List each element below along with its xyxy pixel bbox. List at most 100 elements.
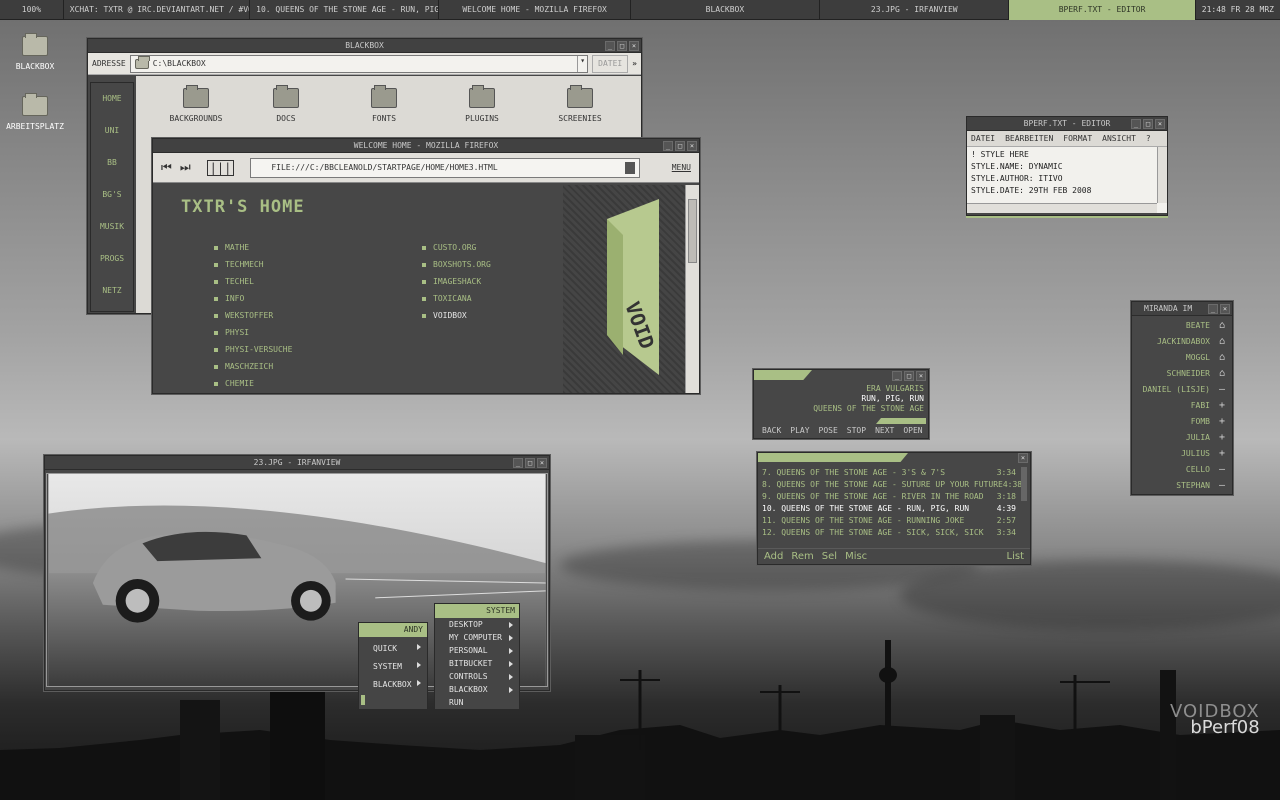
link-item[interactable]: VOIDBOX <box>421 307 561 324</box>
menu-item[interactable]: BEARBEITEN <box>1005 131 1053 146</box>
link-item[interactable]: CUSTO.ORG <box>421 239 561 256</box>
folder-item-docs[interactable]: DOCS <box>246 85 326 123</box>
pause-button[interactable]: POSE <box>819 426 838 435</box>
close-icon[interactable]: × <box>916 371 926 381</box>
contact-item[interactable]: JACKINDABOX ⌂ <box>1132 334 1232 350</box>
maximize-icon[interactable]: □ <box>675 141 685 151</box>
sidebar-item-uni[interactable]: UNI <box>91 115 133 147</box>
taskbar-task-blackbox[interactable]: BLACKBOX <box>631 0 821 20</box>
window-titlebar[interactable]: MIRANDA IM _ × <box>1132 302 1232 316</box>
sidebar-item-bgs[interactable]: BG'S <box>91 179 133 211</box>
desktop-icon-arbeitsplatz[interactable]: ARBEITSPLATZ <box>0 93 70 131</box>
editor-textarea[interactable]: ! STYLE HERE STYLE.NAME: DYNAMIC STYLE.A… <box>967 147 1167 213</box>
close-icon[interactable]: × <box>687 141 697 151</box>
sidebar-item-musik[interactable]: MUSIK <box>91 211 133 243</box>
menu-item-system[interactable]: SYSTEM <box>359 658 427 676</box>
sidebar-item-progs[interactable]: PROGS <box>91 243 133 275</box>
link-item[interactable]: BOXSHOTS.ORG <box>421 256 561 273</box>
menu-item[interactable]: DATEI <box>971 131 995 146</box>
window-titlebar[interactable]: BLACKBOX _ □ × <box>88 39 641 53</box>
link-item[interactable]: INFO <box>213 290 393 307</box>
link-item[interactable]: TOXICANA <box>421 290 561 307</box>
sidebar-item-home[interactable]: HOME <box>91 83 133 115</box>
maximize-icon[interactable]: □ <box>904 371 914 381</box>
contact-item[interactable]: JULIA + <box>1132 430 1232 446</box>
menu-item-controls[interactable]: CONTROLS <box>435 670 519 683</box>
taskbar-task-player[interactable]: 10. QUEENS OF THE STONE AGE - RUN, PIG, … <box>250 0 440 20</box>
dropdown-arrow-icon[interactable]: ▾ <box>577 55 587 72</box>
sidebar-item-bb[interactable]: BB <box>91 147 133 179</box>
playlist-row[interactable]: 9. QUEENS OF THE STONE AGE - RIVER IN TH… <box>762 491 1016 503</box>
contact-item[interactable]: MOGGL ⌂ <box>1132 350 1232 366</box>
menu-item-bitbucket[interactable]: BITBUCKET <box>435 657 519 670</box>
contact-item[interactable]: CELLO — <box>1132 462 1232 478</box>
close-icon[interactable]: × <box>1220 304 1230 314</box>
scrollbar[interactable] <box>1157 147 1167 203</box>
select-button[interactable]: Sel <box>822 549 837 564</box>
link-item[interactable]: IMAGESHACK <box>421 273 561 290</box>
menu-item-run[interactable]: RUN <box>435 696 519 709</box>
playlist-row[interactable]: 12. QUEENS OF THE STONE AGE - SICK, SICK… <box>762 527 1016 539</box>
scrollbar[interactable] <box>1021 467 1027 501</box>
desktop-icon-blackbox[interactable]: BLACKBOX <box>0 33 70 71</box>
playlist-row-current[interactable]: 10. QUEENS OF THE STONE AGE - RUN, PIG, … <box>762 503 1016 515</box>
menu-item[interactable]: ? <box>1146 131 1151 146</box>
close-icon[interactable]: × <box>1018 453 1028 463</box>
menu-item-blackbox[interactable]: BLACKBOX <box>435 683 519 696</box>
chevron-right-icon[interactable]: » <box>632 59 637 68</box>
folder-item-plugins[interactable]: PLUGINS <box>442 85 522 123</box>
misc-button[interactable]: Misc <box>845 549 867 564</box>
window-titlebar[interactable]: 23.JPG - IRFANVIEW _ □ × <box>45 456 549 470</box>
contact-item[interactable]: BEATE ⌂ <box>1132 318 1232 334</box>
link-item[interactable]: TECHEL <box>213 273 393 290</box>
link-item[interactable]: PHYSI <box>213 324 393 341</box>
remove-button[interactable]: Rem <box>791 549 813 564</box>
folder-item-screenies[interactable]: SCREENIES <box>540 85 620 123</box>
taskbar-task-firefox[interactable]: WELCOME HOME - MOZILLA FIREFOX <box>439 0 631 20</box>
link-item[interactable]: CHEMIE <box>213 375 393 392</box>
close-icon[interactable]: × <box>537 458 547 468</box>
taskbar-zoom[interactable]: 100% <box>0 0 64 20</box>
contact-item[interactable]: STEPHAN — <box>1132 478 1232 494</box>
stop-button[interactable]: STOP <box>847 426 866 435</box>
minimize-icon[interactable]: _ <box>1131 119 1141 129</box>
link-item[interactable]: WEKSTOFFER <box>213 307 393 324</box>
maximize-icon[interactable]: □ <box>1143 119 1153 129</box>
close-icon[interactable]: × <box>1155 119 1165 129</box>
menu-button[interactable]: MENU <box>672 163 691 172</box>
contact-item[interactable]: DANIEL (LISJE) — <box>1132 382 1232 398</box>
menu-item-desktop[interactable]: DESKTOP <box>435 618 519 631</box>
contact-item[interactable]: SCHNEIDER ⌂ <box>1132 366 1232 382</box>
minimize-icon[interactable]: _ <box>1208 304 1218 314</box>
add-button[interactable]: Add <box>764 549 783 564</box>
menu-item-my-computer[interactable]: MY COMPUTER <box>435 631 519 644</box>
scrollbar-thumb[interactable] <box>688 199 697 263</box>
menu-item[interactable]: ANSICHT <box>1102 131 1136 146</box>
link-item[interactable]: PHYSI-VERSUCHE <box>213 341 393 358</box>
menu-item-quick[interactable]: QUICK <box>359 640 427 658</box>
contact-item[interactable]: FOMB + <box>1132 414 1232 430</box>
menu-item[interactable]: FORMAT <box>1063 131 1092 146</box>
horizontal-scrollbar[interactable] <box>967 203 1157 213</box>
scrollbar[interactable] <box>685 185 699 393</box>
url-input[interactable]: FILE:///C:/BBCLEANOLD/STARTPAGE/HOME/HOM… <box>250 157 641 178</box>
close-icon[interactable]: × <box>629 41 639 51</box>
back-button[interactable]: BACK <box>762 426 781 435</box>
go-button[interactable]: DATEI <box>592 54 629 73</box>
playlist-row[interactable]: 8. QUEENS OF THE STONE AGE - SUTURE UP Y… <box>762 479 1022 491</box>
taskbar-task-editor[interactable]: BPERF.TXT - EDITOR <box>1009 0 1196 20</box>
taskbar-task-xchat[interactable]: XCHAT: TXTR @ IRC.DEVIANTART.NET / #VOID… <box>64 0 251 20</box>
taskbar-task-irfanview[interactable]: 23.JPG - IRFANVIEW <box>820 0 1010 20</box>
next-button[interactable]: NEXT <box>875 426 894 435</box>
window-titlebar[interactable]: WELCOME HOME - MOZILLA FIREFOX _ □ × <box>153 139 699 153</box>
go-icon[interactable] <box>625 161 636 174</box>
playlist-row[interactable]: 7. QUEENS OF THE STONE AGE - 3'S & 7'S 3:… <box>762 467 1016 479</box>
minimize-icon[interactable]: _ <box>663 141 673 151</box>
list-button[interactable]: List <box>1007 549 1024 564</box>
back-icon[interactable]: ⏮ <box>161 160 172 175</box>
menu-item-blackbox[interactable]: BLACKBOX <box>359 676 427 694</box>
folder-item-backgrounds[interactable]: BACKGROUNDS <box>156 85 236 123</box>
contact-item[interactable]: JULIUS + <box>1132 446 1232 462</box>
folder-item-fonts[interactable]: FONTS <box>344 85 424 123</box>
link-item[interactable]: TECHMECH <box>213 256 393 273</box>
